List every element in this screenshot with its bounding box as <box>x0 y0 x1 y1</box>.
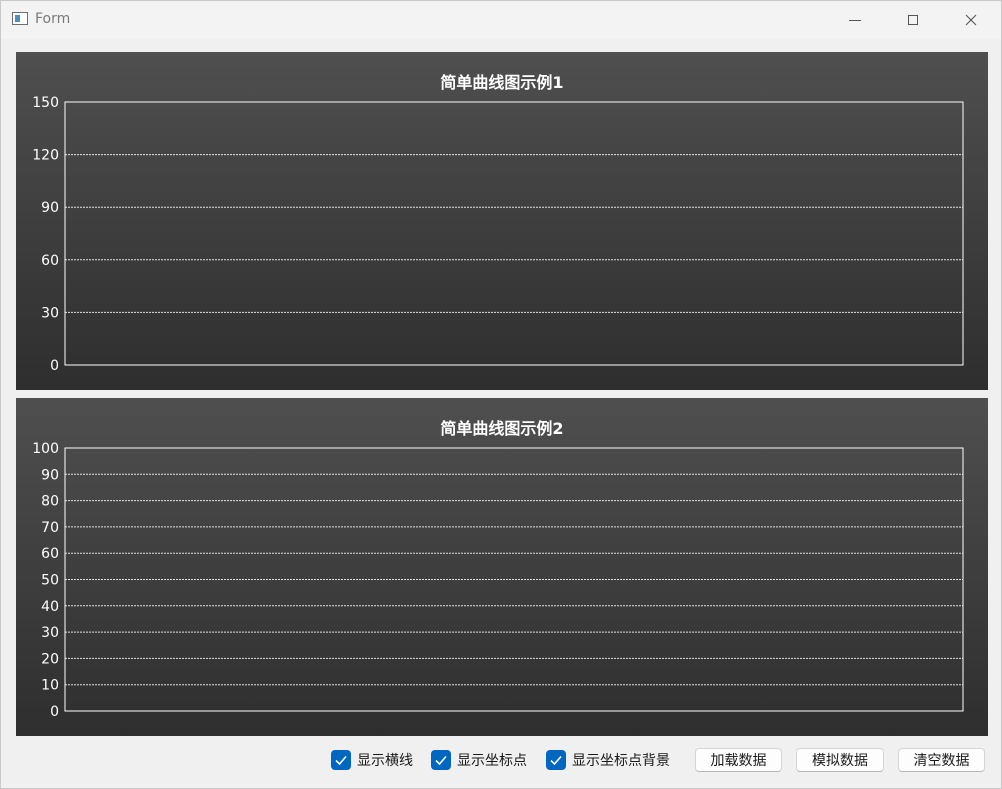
chart-2: 0 10 20 30 40 50 60 70 80 90 100 <box>32 441 964 720</box>
y-tick-label: 40 <box>41 599 59 615</box>
y-tick-label: 70 <box>41 520 59 536</box>
minimize-button[interactable] <box>826 1 884 39</box>
y-tick-label: 50 <box>41 573 59 589</box>
app-icon <box>12 12 28 25</box>
y-tick-label: 120 <box>32 148 59 164</box>
simulate-data-button[interactable]: 模拟数据 <box>796 748 884 772</box>
plot-frame <box>64 101 964 366</box>
show-point-bg-label: 显示坐标点背景 <box>572 753 670 769</box>
chart-1: 0 30 60 90 120 150 <box>32 95 964 374</box>
y-tick-label: 150 <box>32 95 59 111</box>
load-data-button[interactable]: 加载数据 <box>695 748 782 772</box>
close-icon <box>965 14 977 26</box>
show-hline-label: 显示横线 <box>357 753 413 769</box>
y-tick-label: 90 <box>41 200 59 216</box>
y-tick-label: 0 <box>50 358 59 374</box>
control-bar: 显示横线 显示坐标点 显示坐标点背景 加载数据 模拟数据 清空数据 <box>1 743 1001 779</box>
checkbox-checked-icon <box>431 750 451 770</box>
checkbox-checked-icon <box>331 750 351 770</box>
maximize-button[interactable] <box>884 1 942 39</box>
y-tick-label: 80 <box>41 494 59 510</box>
y-tick-label: 10 <box>41 678 59 694</box>
y-tick-label: 60 <box>41 546 59 562</box>
show-point-bg-checkbox[interactable]: 显示坐标点背景 <box>546 750 670 770</box>
show-points-checkbox[interactable]: 显示坐标点 <box>431 750 527 770</box>
chart-panel-2: 简单曲线图示例2 0 10 20 30 40 50 60 70 80 90 100 <box>16 398 988 736</box>
y-tick-label: 90 <box>41 467 59 483</box>
chart-panel-1: 简单曲线图示例1 0 30 60 90 120 150 <box>16 52 988 390</box>
title-bar: Form <box>1 1 1001 39</box>
y-tick-label: 60 <box>41 253 59 269</box>
app-window: Form 简单曲线图示例1 0 30 60 90 120 150 简单曲线图示例2 0 10… <box>0 0 1002 789</box>
y-tick-label: 20 <box>41 651 59 667</box>
show-points-label: 显示坐标点 <box>457 753 527 769</box>
clear-data-button[interactable]: 清空数据 <box>898 748 985 772</box>
maximize-icon <box>908 15 918 25</box>
y-tick-label: 30 <box>41 305 59 321</box>
window-title: Form <box>35 11 71 27</box>
y-tick-label: 30 <box>41 625 59 641</box>
show-hline-checkbox[interactable]: 显示横线 <box>331 750 413 770</box>
close-button[interactable] <box>942 1 1000 39</box>
y-tick-label: 100 <box>32 441 59 457</box>
checkbox-checked-icon <box>546 750 566 770</box>
y-tick-label: 0 <box>50 704 59 720</box>
minimize-icon <box>849 19 861 21</box>
